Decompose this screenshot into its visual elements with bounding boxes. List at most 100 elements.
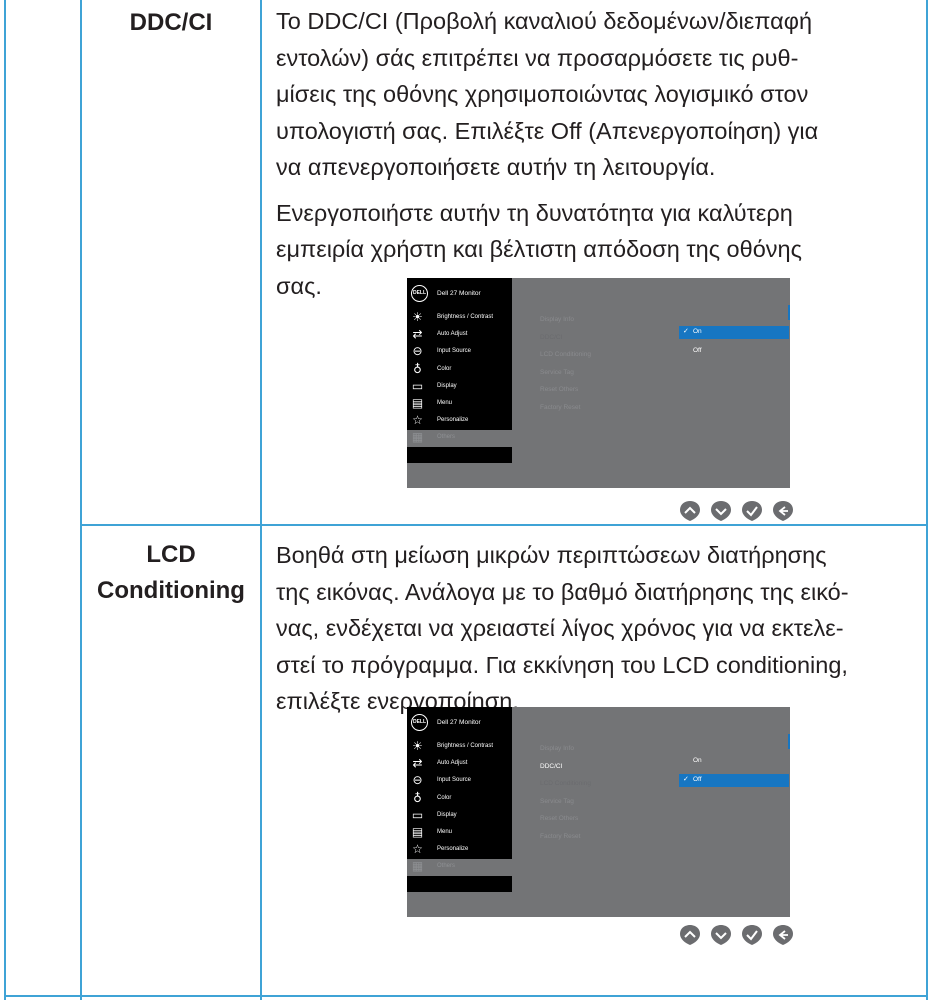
lcd-conditioning-description: Βοηθά στη μείωση μικρών περιπτώσεων διατ… <box>276 537 926 729</box>
osd-menu-label: Brightness / Contrast <box>437 314 494 320</box>
text-line: εντολών) σάς επιτρέπει να προσαρμόσετε τ… <box>276 44 799 71</box>
input-source-icon: ⊖ <box>412 344 423 359</box>
osd-menu-item-auto-adjust[interactable]: ⇄ Auto Adjust <box>407 327 512 344</box>
osd-menu-label: Color <box>437 794 452 801</box>
lcd-conditioning-label: LCD Conditioning <box>82 537 260 609</box>
text-line: Ενεργοποιήστε αυτήν τη δυνατότητα για κα… <box>276 199 793 226</box>
osd-menu-item-color[interactable]: ♁ Color <box>407 791 512 808</box>
select-button[interactable] <box>741 500 763 522</box>
osd-menu-item-input-source[interactable]: ⊖ Input Source <box>407 344 512 361</box>
osd-option-off[interactable]: ✓ Off <box>679 774 789 787</box>
osd-model-name: Dell 27 Monitor <box>437 290 481 297</box>
ddcci-description: Το DDC/CI (Προβολή καναλιού δεδομένων/δι… <box>276 3 926 313</box>
check-icon: ✓ <box>683 327 689 335</box>
input-source-icon: ⊖ <box>412 773 423 788</box>
display-icon: ▭ <box>411 378 424 393</box>
text-line: της εικόνας. Ανάλογα με το βαθμό διατήρη… <box>276 578 849 605</box>
osd-menu-label: Menu <box>437 400 453 406</box>
back-button[interactable] <box>772 924 794 946</box>
osd-option-on[interactable]: On <box>679 755 789 768</box>
osd-submenu-factory-reset[interactable]: Factory Reset <box>540 833 580 840</box>
table-border-left <box>4 0 6 1000</box>
osd-scroll-indicator <box>788 305 790 320</box>
osd-submenu-service-tag[interactable]: Service Tag <box>540 798 574 805</box>
display-icon: ▭ <box>411 807 424 822</box>
osd-menu-item-display[interactable]: ▭ Display <box>407 379 512 396</box>
color-icon: ♁ <box>413 790 422 805</box>
up-button[interactable] <box>679 500 701 522</box>
osd-nav-buttons-lcd <box>679 924 797 948</box>
select-button[interactable] <box>741 924 763 946</box>
menu-icon: ▤ <box>411 396 424 410</box>
osd-option-label: Off <box>693 776 702 783</box>
osd-menu-item-auto-adjust[interactable]: ⇄ Auto Adjust <box>407 756 512 773</box>
osd-screenshot-lcd-conditioning: DELL Dell 27 Monitor ☀ Brightness / Contras… <box>407 707 790 917</box>
down-button[interactable] <box>710 924 732 946</box>
osd-menu-item-personalize[interactable]: ☆ Personalize <box>407 413 512 430</box>
osd-menu-item-brightness-contrast[interactable]: ☀ Brightness / Contrast <box>407 739 512 756</box>
row-divider <box>82 524 926 526</box>
lcd-paragraph-1: Βοηθά στη μείωση μικρών περιπτώσεων διατ… <box>276 537 926 720</box>
others-icon: ▦ <box>411 430 424 445</box>
osd-menu-label: Color <box>437 365 452 372</box>
osd-menu-item-others[interactable]: ▦ Others <box>407 859 512 877</box>
osd-menu-label: Menu <box>437 829 453 835</box>
osd-option-on[interactable]: ✓ On <box>679 326 789 339</box>
osd-submenu-reset-others[interactable]: Reset Others <box>540 815 578 822</box>
osd-screenshot-ddcci: DELL Dell 27 Monitor ☀ Brightness / Contras… <box>407 278 790 488</box>
text-line: Βοηθά στη μείωση μικρών περιπτώσεων διατ… <box>276 542 827 568</box>
down-button[interactable] <box>710 500 732 522</box>
osd-menu-label: Personalize <box>437 846 469 853</box>
osd-option-label: On <box>693 328 702 335</box>
table-divider-2 <box>260 0 262 1000</box>
back-button[interactable] <box>772 500 794 522</box>
osd-submenu-service-tag[interactable]: Service Tag <box>540 369 574 376</box>
osd-submenu-display-info[interactable]: Display Info <box>540 745 574 752</box>
osd-submenu-factory-reset[interactable]: Factory Reset <box>540 404 580 411</box>
others-icon: ▦ <box>411 859 424 874</box>
osd-option-off[interactable]: Off <box>679 345 789 358</box>
osd-submenu-lcd-conditioning[interactable]: LCD Conditioning <box>540 351 591 358</box>
osd-menu-label: Display <box>437 811 457 818</box>
osd-submenu-lcd-conditioning[interactable]: LCD Conditioning <box>540 780 591 787</box>
osd-submenu-reset-others[interactable]: Reset Others <box>540 386 578 393</box>
osd-submenu-ddc-ci[interactable]: DDC/CI <box>540 763 562 770</box>
dell-logo: DELL <box>411 285 428 302</box>
osd-menu-item-color[interactable]: ♁ Color <box>407 362 512 379</box>
osd-menu-item-input-source[interactable]: ⊖ Input Source <box>407 773 512 790</box>
personalize-icon: ☆ <box>412 842 423 857</box>
osd-option-label: Off <box>693 347 702 354</box>
check-icon: ✓ <box>683 775 689 783</box>
lcd-label-line-1: LCD <box>146 541 196 568</box>
text-line: να απενεργοποιήσετε αυτήν τη λειτουργία. <box>276 154 716 180</box>
dell-logo: DELL <box>411 714 428 731</box>
up-button[interactable] <box>679 924 701 946</box>
osd-menu-item-others[interactable]: ▦ Others <box>407 430 512 448</box>
auto-adjust-icon: ⇄ <box>412 756 423 771</box>
ddcci-label-line: DDC/CI <box>129 9 213 36</box>
osd-menu-label: Brightness / Contrast <box>437 743 494 749</box>
osd-submenu-ddc-ci[interactable]: DDC/CI <box>540 334 562 341</box>
lcd-label-line-2: Conditioning <box>97 577 245 604</box>
osd-menu-label: Personalize <box>437 417 469 424</box>
text-line: νας, ενδέχεται να χρειαστεί λίγος χρόνος… <box>276 615 844 641</box>
osd-submenu-display-info[interactable]: Display Info <box>540 316 574 323</box>
text-line: στεί το πρόγραμμα. Για εκκίνηση του LCD … <box>276 651 848 678</box>
text-line: εμπειρία χρήστη και βέλτιστη απόδοση της… <box>276 236 802 262</box>
osd-menu-item-menu[interactable]: ▤ Menu <box>407 825 512 842</box>
osd-menu-item-menu[interactable]: ▤ Menu <box>407 396 512 413</box>
osd-menu-label: Input Source <box>437 348 472 355</box>
osd-menu-label: Others <box>437 434 456 441</box>
personalize-icon: ☆ <box>412 413 423 428</box>
osd-menu-label: Auto Adjust <box>437 331 468 338</box>
ddcci-label: DDC/CI <box>82 5 260 41</box>
text-line: Το DDC/CI (Προβολή καναλιού δεδομένων/δι… <box>276 8 813 34</box>
osd-menu-item-personalize[interactable]: ☆ Personalize <box>407 842 512 859</box>
table-border-bottom <box>4 995 928 997</box>
osd-menu-label: Display <box>437 382 457 389</box>
color-icon: ♁ <box>413 361 422 376</box>
osd-menu-item-brightness-contrast[interactable]: ☀ Brightness / Contrast <box>407 310 512 327</box>
osd-menu-item-display[interactable]: ▭ Display <box>407 808 512 825</box>
text-line: υπολογιστή σας. Επιλέξτε Off (Απενεργοπο… <box>276 117 819 144</box>
table-divider-1 <box>80 0 82 1000</box>
